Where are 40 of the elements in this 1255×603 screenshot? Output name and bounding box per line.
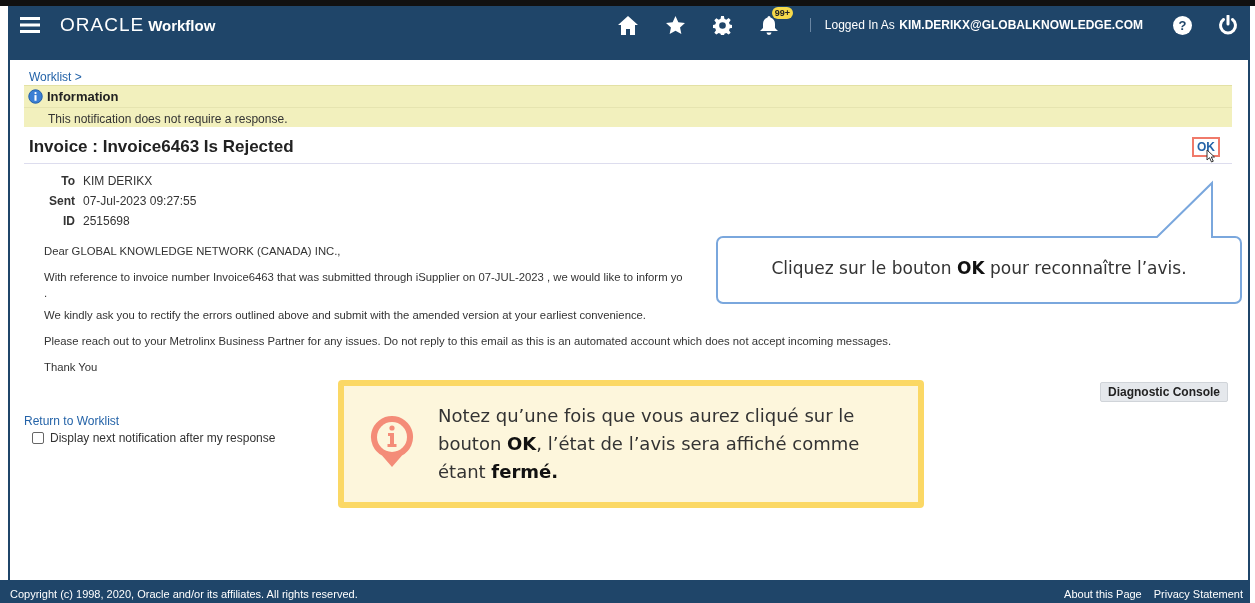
checkbox-label: Display next notification after my response <box>50 431 276 445</box>
field-value: 07-Jul-2023 09:27:55 <box>83 194 198 208</box>
help-button[interactable]: ? <box>1173 15 1192 35</box>
callout-text: Notez qu’une fois que vous aurez cliqué sur le bouton OK, l’état de l’avis sera affiché comme étant fermé. <box>438 404 861 484</box>
info-icon <box>28 89 43 104</box>
worklist-link[interactable]: Worklist <box>29 70 72 84</box>
bell-icon[interactable] <box>759 15 778 35</box>
logged-in-label: Logged In As <box>824 18 895 32</box>
field-label: ID <box>62 214 75 228</box>
message-paragraph: Thank You <box>44 360 98 374</box>
field-label: To <box>60 174 75 188</box>
message-paragraph: Dear GLOBAL KNOWLEDGE NETWORK (CANADA) INC., <box>44 244 341 258</box>
banner-message: This notification does not require a response. <box>48 112 288 126</box>
message-paragraph: We kindly ask you to rectify the errors outlined above and submit with the amended version at your earliest convenience. <box>44 308 646 322</box>
message-paragraph: With reference to invoice number Invoice6463 that was submitted through iSupplier on 07-JUL-2023 , we would like to inform yo <box>44 270 683 284</box>
field-label: Sent <box>48 194 75 208</box>
cursor-icon <box>1206 149 1216 163</box>
banner-title: Information <box>47 89 119 104</box>
star-icon[interactable] <box>665 16 685 34</box>
power-icon[interactable] <box>1218 15 1238 35</box>
checkbox[interactable] <box>32 432 44 444</box>
notification-title: Invoice : Invoice6463 Is Rejected <box>29 137 294 157</box>
message-paragraph: Please reach out to your Metrolinx Business Partner for any issues. Do not reply to this email as this is an automated account which does not accept incoming messages. <box>44 334 892 348</box>
settings-icon[interactable] <box>712 15 732 35</box>
app-name: Workflow <box>148 16 216 34</box>
breadcrumb-separator: > <box>74 70 82 84</box>
footer-link[interactable]: Privacy Statement <box>1153 587 1243 600</box>
menu-icon[interactable] <box>20 17 40 33</box>
diagnostic-console-button[interactable]: Diagnostic Console <box>1100 382 1228 402</box>
message-paragraph: . <box>44 286 48 300</box>
footer-link[interactable]: About this Page <box>1064 587 1142 600</box>
return-to-worklist-link[interactable]: Return to Worklist <box>24 414 120 428</box>
callout-text: Cliquez sur le bouton OK pour reconnaître l’avis. <box>771 258 1187 278</box>
field-value: KIM DERIKX <box>83 174 154 188</box>
home-icon[interactable] <box>617 15 638 35</box>
user-email: KIM.DERIKX@GLOBALKNOWLEDGE.COM <box>899 18 1143 32</box>
notification-badge: 99+ <box>771 6 794 19</box>
field-value: 2515698 <box>83 214 131 228</box>
copyright-text: Copyright (c) 1998, 2020, Oracle and/or its affiliates. All rights reserved. <box>10 587 358 600</box>
brand-logo: ORACLE <box>60 14 145 36</box>
